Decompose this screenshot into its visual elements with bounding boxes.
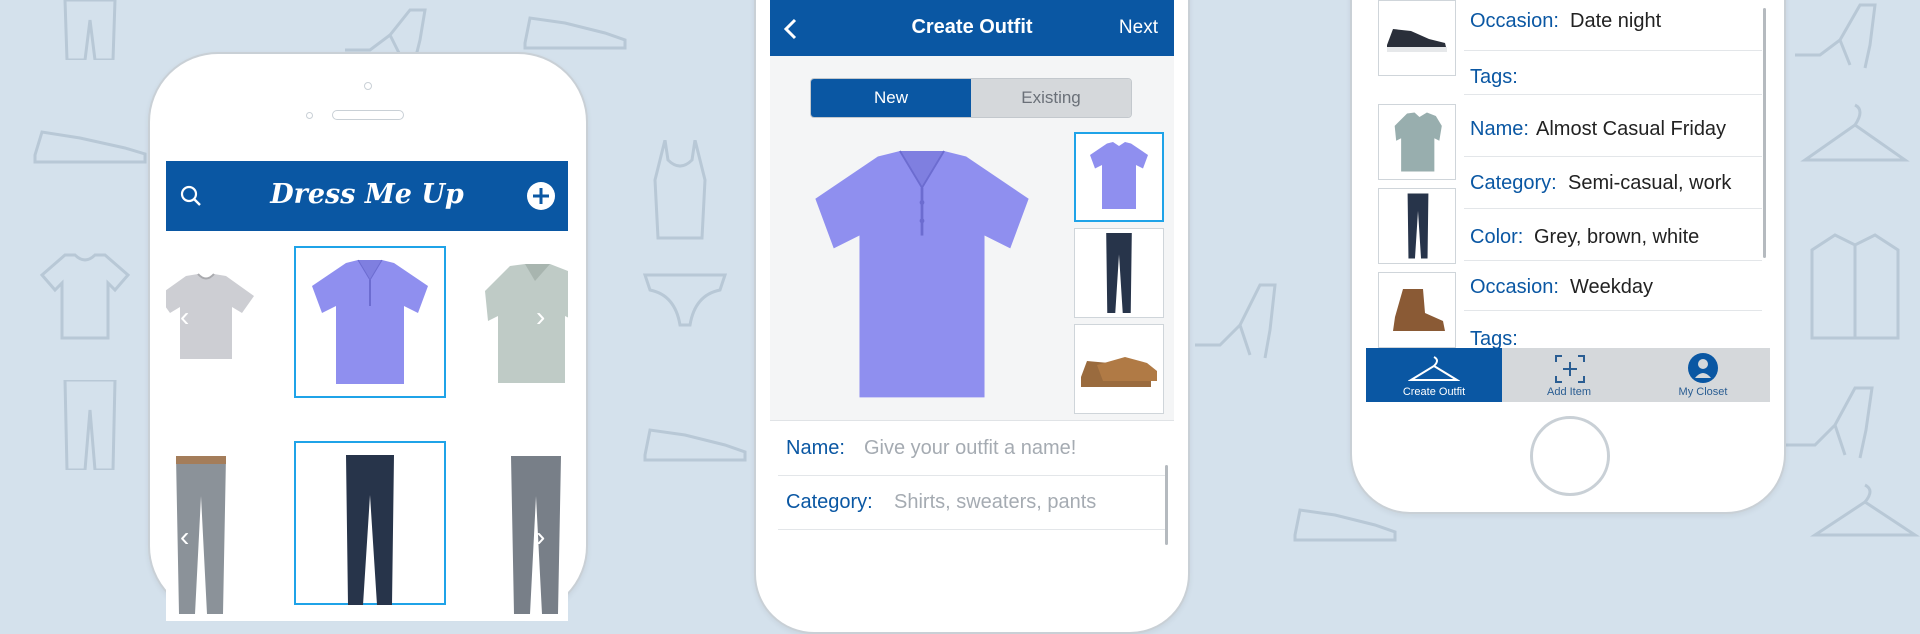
- outfit-thumb-shirt[interactable]: [1378, 104, 1456, 180]
- tab-add-item[interactable]: Add Item: [1502, 348, 1636, 402]
- carousel-row-tops: ‹ ›: [166, 231, 568, 411]
- hanger-icon: [1810, 483, 1920, 537]
- tags-row: Tags:: [1464, 310, 1762, 350]
- occasion-label: Occasion:: [1470, 276, 1559, 298]
- thumb-shoes[interactable]: [1074, 324, 1164, 414]
- phone-sensor: [306, 112, 313, 119]
- phone-frame-3: Occasion: Date night Tags: Name: Almost …: [1350, 0, 1786, 514]
- category-row: Category: Semi-casual, work: [1464, 156, 1762, 209]
- heel-icon: [1195, 283, 1277, 359]
- scrollbar[interactable]: [1165, 465, 1168, 545]
- segment-existing[interactable]: Existing: [971, 79, 1131, 117]
- header-title: Create Outfit: [911, 16, 1033, 38]
- category-field-row[interactable]: Category: Shirts, sweaters, pants: [778, 475, 1166, 530]
- scrollbar[interactable]: [1763, 8, 1766, 258]
- striped-shirt-thumb: [1394, 112, 1442, 172]
- heel-icon: [1785, 386, 1874, 459]
- carousel-row-bottoms: ‹ ›: [166, 431, 568, 621]
- category-field-placeholder[interactable]: Shirts, sweaters, pants: [894, 491, 1096, 514]
- segment-new[interactable]: New: [811, 79, 971, 117]
- purple-polo-thumb: [1090, 142, 1148, 209]
- boot-image: [1393, 289, 1445, 331]
- dark-jeans-image: [346, 455, 394, 605]
- name-value: Almost Casual Friday: [1536, 118, 1727, 140]
- color-label: Color:: [1470, 226, 1524, 248]
- phone-camera: [364, 82, 372, 90]
- outfit-thumb-sneakers[interactable]: [1378, 0, 1456, 76]
- tab-label: My Closet: [1678, 386, 1728, 398]
- occasion-value: Weekday: [1570, 276, 1654, 298]
- occasion-value: Date night: [1570, 10, 1662, 32]
- shoe-icon: [33, 130, 147, 164]
- purple-polo-image: [312, 259, 428, 384]
- selected-item-frame[interactable]: [294, 441, 446, 605]
- color-value: Grey, brown, white: [1534, 226, 1700, 248]
- purple-polo-large-image: [815, 150, 1029, 398]
- form-area: Name: Give your outfit a name! Category:…: [770, 420, 1174, 560]
- shoe-icon: [523, 16, 627, 50]
- color-row: Color: Grey, brown, white: [1464, 208, 1762, 261]
- loafers-thumb: [1081, 357, 1157, 387]
- striped-shirt-image[interactable]: [480, 261, 568, 386]
- briefs-icon: [642, 273, 728, 327]
- name-field-label: Name:: [786, 437, 845, 459]
- tshirt-icon: [40, 253, 130, 340]
- screen-create-outfit: Create Outfit Next New Existing Name: Gi…: [770, 0, 1174, 560]
- thumb-shirt[interactable]: [1074, 132, 1164, 222]
- name-row: Name: Almost Casual Friday: [1464, 104, 1762, 157]
- app-header: Dress Me Up: [166, 161, 568, 231]
- category-label: Category:: [1470, 172, 1557, 194]
- next-button[interactable]: Next: [1119, 17, 1158, 39]
- screen-my-outfits: Occasion: Date night Tags: Name: Almost …: [1366, 0, 1770, 402]
- occasion-row-top: Occasion: Date night: [1464, 4, 1762, 51]
- tab-label: Create Outfit: [1402, 386, 1466, 398]
- prev-arrow[interactable]: ‹: [180, 301, 189, 333]
- segmented-control: New Existing: [810, 78, 1132, 118]
- selected-item-frame[interactable]: [294, 246, 446, 398]
- add-frame-icon: [1555, 355, 1585, 383]
- thumb-pants[interactable]: [1074, 228, 1164, 318]
- tags-label: Tags:: [1470, 66, 1518, 88]
- heel-icon: [1795, 3, 1877, 69]
- prev-arrow[interactable]: ‹: [180, 521, 189, 553]
- tags-row-top: Tags:: [1464, 50, 1762, 95]
- hanger-icon: [1408, 356, 1460, 381]
- tab-bar: Create Outfit Add Item My Closet: [1366, 348, 1770, 402]
- next-arrow[interactable]: ›: [536, 521, 545, 553]
- occasion-label: Occasion:: [1470, 10, 1559, 32]
- phone-speaker: [332, 110, 404, 120]
- outfit-thumb-boots[interactable]: [1378, 272, 1456, 348]
- hanger-icon: [1800, 103, 1910, 162]
- shirt-icon: [1810, 233, 1900, 340]
- sneaker-image: [1387, 29, 1447, 52]
- phone-frame-2: Create Outfit Next New Existing Name: Gi…: [754, 0, 1190, 634]
- name-label: Name:: [1470, 118, 1529, 140]
- pants-icon: [63, 0, 117, 60]
- screen-dress-me-up: Dress Me Up ‹ › ‹ ›: [166, 161, 568, 621]
- dark-jeans-thumb: [1106, 233, 1132, 313]
- phone-frame-1: Dress Me Up ‹ › ‹ ›: [148, 52, 588, 621]
- pants-icon: [63, 380, 117, 470]
- name-field-row[interactable]: Name: Give your outfit a name!: [778, 421, 1166, 476]
- category-field-label: Category:: [786, 491, 873, 513]
- tab-my-closet[interactable]: My Closet: [1636, 348, 1770, 402]
- shoe-icon: [643, 428, 747, 462]
- occasion-row: Occasion: Weekday: [1464, 260, 1762, 311]
- outfit-thumb-jeans[interactable]: [1378, 188, 1456, 264]
- home-button[interactable]: [1530, 416, 1610, 496]
- tank-icon: [653, 140, 707, 240]
- tab-create-outfit[interactable]: Create Outfit: [1366, 348, 1502, 402]
- next-arrow[interactable]: ›: [536, 301, 545, 333]
- plus-circle-icon[interactable]: [526, 181, 556, 211]
- app-title: Dress Me Up: [270, 179, 464, 210]
- jeans-thumb: [1407, 193, 1429, 259]
- create-outfit-header: Create Outfit Next: [770, 0, 1174, 56]
- heel-icon: [345, 8, 427, 60]
- category-value: Semi-casual, work: [1568, 172, 1732, 194]
- tab-label: Add Item: [1546, 386, 1592, 398]
- profile-icon: [1688, 353, 1718, 383]
- name-field-placeholder[interactable]: Give your outfit a name!: [864, 437, 1076, 460]
